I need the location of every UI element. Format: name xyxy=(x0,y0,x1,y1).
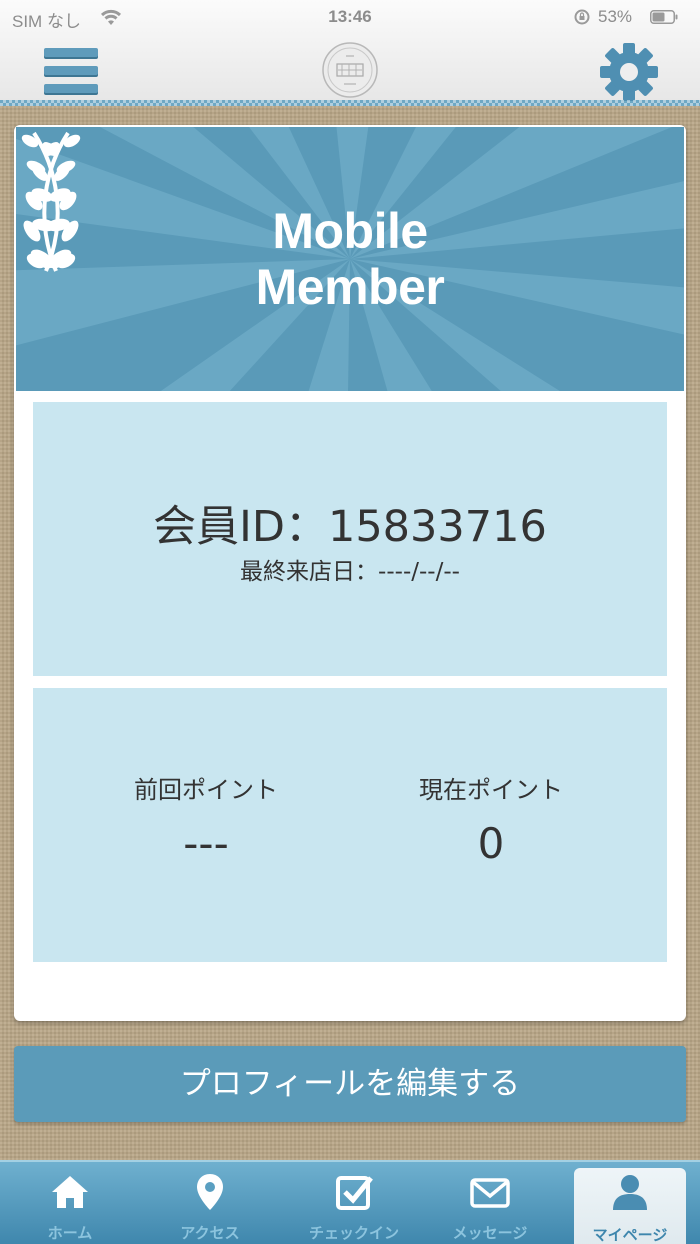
user-icon xyxy=(613,1175,647,1210)
tab-checkin[interactable]: チェックイン xyxy=(284,1162,424,1244)
app-header: SIM なし 13:46 53% xyxy=(0,0,700,106)
member-banner: Mobile Member xyxy=(16,127,684,391)
checkbox-icon xyxy=(336,1176,373,1210)
mail-icon xyxy=(470,1178,510,1208)
map-pin-icon xyxy=(197,1174,223,1210)
tab-home[interactable]: ホーム xyxy=(0,1162,140,1244)
tab-mypage[interactable]: マイページ xyxy=(574,1168,686,1244)
settings-button[interactable] xyxy=(597,40,661,104)
tab-label: マイページ xyxy=(592,1226,668,1244)
member-id: 会員ID：15833716 xyxy=(153,502,547,552)
shop-logo xyxy=(322,42,378,98)
tab-label: メッセージ xyxy=(452,1224,528,1242)
hamburger-icon xyxy=(44,48,98,57)
previous-points-value: --- xyxy=(183,819,229,868)
bottom-tab-bar: ホーム アクセス チェックイン メッセージ マイページ xyxy=(0,1160,700,1244)
points-panel: 前回ポイント --- 現在ポイント 0 xyxy=(33,688,667,962)
tab-message[interactable]: メッセージ xyxy=(420,1162,560,1244)
tab-label: アクセス xyxy=(180,1224,240,1242)
tab-label: ホーム xyxy=(47,1224,93,1242)
status-bar: SIM なし 13:46 53% xyxy=(0,0,700,34)
previous-points: 前回ポイント --- xyxy=(76,774,336,874)
banner-title-line1: Mobile xyxy=(272,203,428,259)
gear-icon xyxy=(600,43,658,101)
battery-icon xyxy=(650,10,678,24)
member-card: Mobile Member 会員ID：15833716 最終来店日：----/-… xyxy=(14,125,686,1021)
banner-title-line2: Member xyxy=(255,259,445,315)
tab-access[interactable]: アクセス xyxy=(140,1162,280,1244)
tab-label: チェックイン xyxy=(308,1224,399,1242)
battery-percent: 53% xyxy=(598,7,633,26)
menu-button[interactable] xyxy=(40,44,102,98)
previous-points-label: 前回ポイント xyxy=(134,776,278,804)
member-id-panel: 会員ID：15833716 最終来店日：----/--/-- xyxy=(33,402,667,676)
rotation-lock-icon xyxy=(574,9,590,25)
status-time: 13:46 xyxy=(328,7,372,26)
current-points: 現在ポイント 0 xyxy=(361,774,621,874)
banner-title: Mobile Member xyxy=(16,203,684,315)
home-icon xyxy=(52,1176,88,1208)
current-points-value: 0 xyxy=(477,819,505,868)
edit-profile-button[interactable]: プロフィールを編集する xyxy=(14,1046,686,1122)
current-points-label: 現在ポイント xyxy=(419,776,563,804)
last-visit-date: 最終来店日：----/--/-- xyxy=(240,559,460,585)
